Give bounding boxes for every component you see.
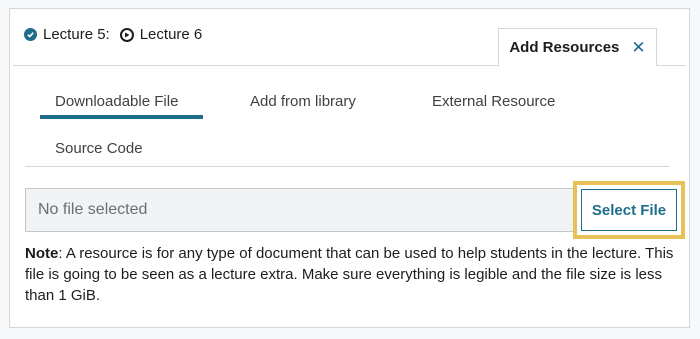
tab-add-from-library[interactable]: Add from library bbox=[250, 93, 356, 110]
play-circle-icon bbox=[119, 27, 134, 42]
select-file-button[interactable]: Select File bbox=[581, 189, 677, 231]
breadcrumb-item-lecture-5[interactable]: Lecture 5: bbox=[24, 26, 110, 43]
file-path-field[interactable]: No file selected bbox=[25, 188, 578, 232]
breadcrumb-label: Lecture 6 bbox=[139, 26, 203, 43]
close-icon[interactable]: ✕ bbox=[631, 38, 645, 58]
active-tab-indicator bbox=[40, 115, 203, 119]
tab-label: External Resource bbox=[432, 93, 556, 110]
add-resources-content: Downloadable File Add from library Exter… bbox=[13, 65, 686, 326]
add-resources-title: Add Resources bbox=[509, 39, 620, 56]
lecture-panel: Lecture 5: Lecture 6 Add Resources ✕ Dow… bbox=[9, 8, 690, 328]
tab-label: Add from library bbox=[250, 93, 356, 110]
tab-downloadable-file[interactable]: Downloadable File bbox=[55, 93, 178, 110]
tab-source-code[interactable]: Source Code bbox=[55, 140, 143, 157]
add-resources-tab: Add Resources ✕ bbox=[498, 28, 657, 66]
tabs-divider bbox=[25, 166, 669, 167]
note-label: Note bbox=[25, 245, 59, 262]
breadcrumb-label: Lecture 5: bbox=[43, 26, 110, 43]
breadcrumb: Lecture 5: Lecture 6 bbox=[24, 26, 202, 43]
tab-label: Source Code bbox=[55, 140, 143, 157]
breadcrumb-item-lecture-6[interactable]: Lecture 6 bbox=[119, 26, 203, 43]
tab-label: Downloadable File bbox=[55, 93, 179, 110]
resource-note: Note: A resource is for any type of docu… bbox=[25, 243, 675, 306]
tab-external-resource[interactable]: External Resource bbox=[432, 93, 555, 110]
note-text: : A resource is for any type of document… bbox=[25, 245, 674, 304]
check-circle-icon bbox=[24, 28, 37, 41]
select-file-highlight: Select File bbox=[573, 181, 685, 239]
file-path-value: No file selected bbox=[38, 201, 148, 218]
